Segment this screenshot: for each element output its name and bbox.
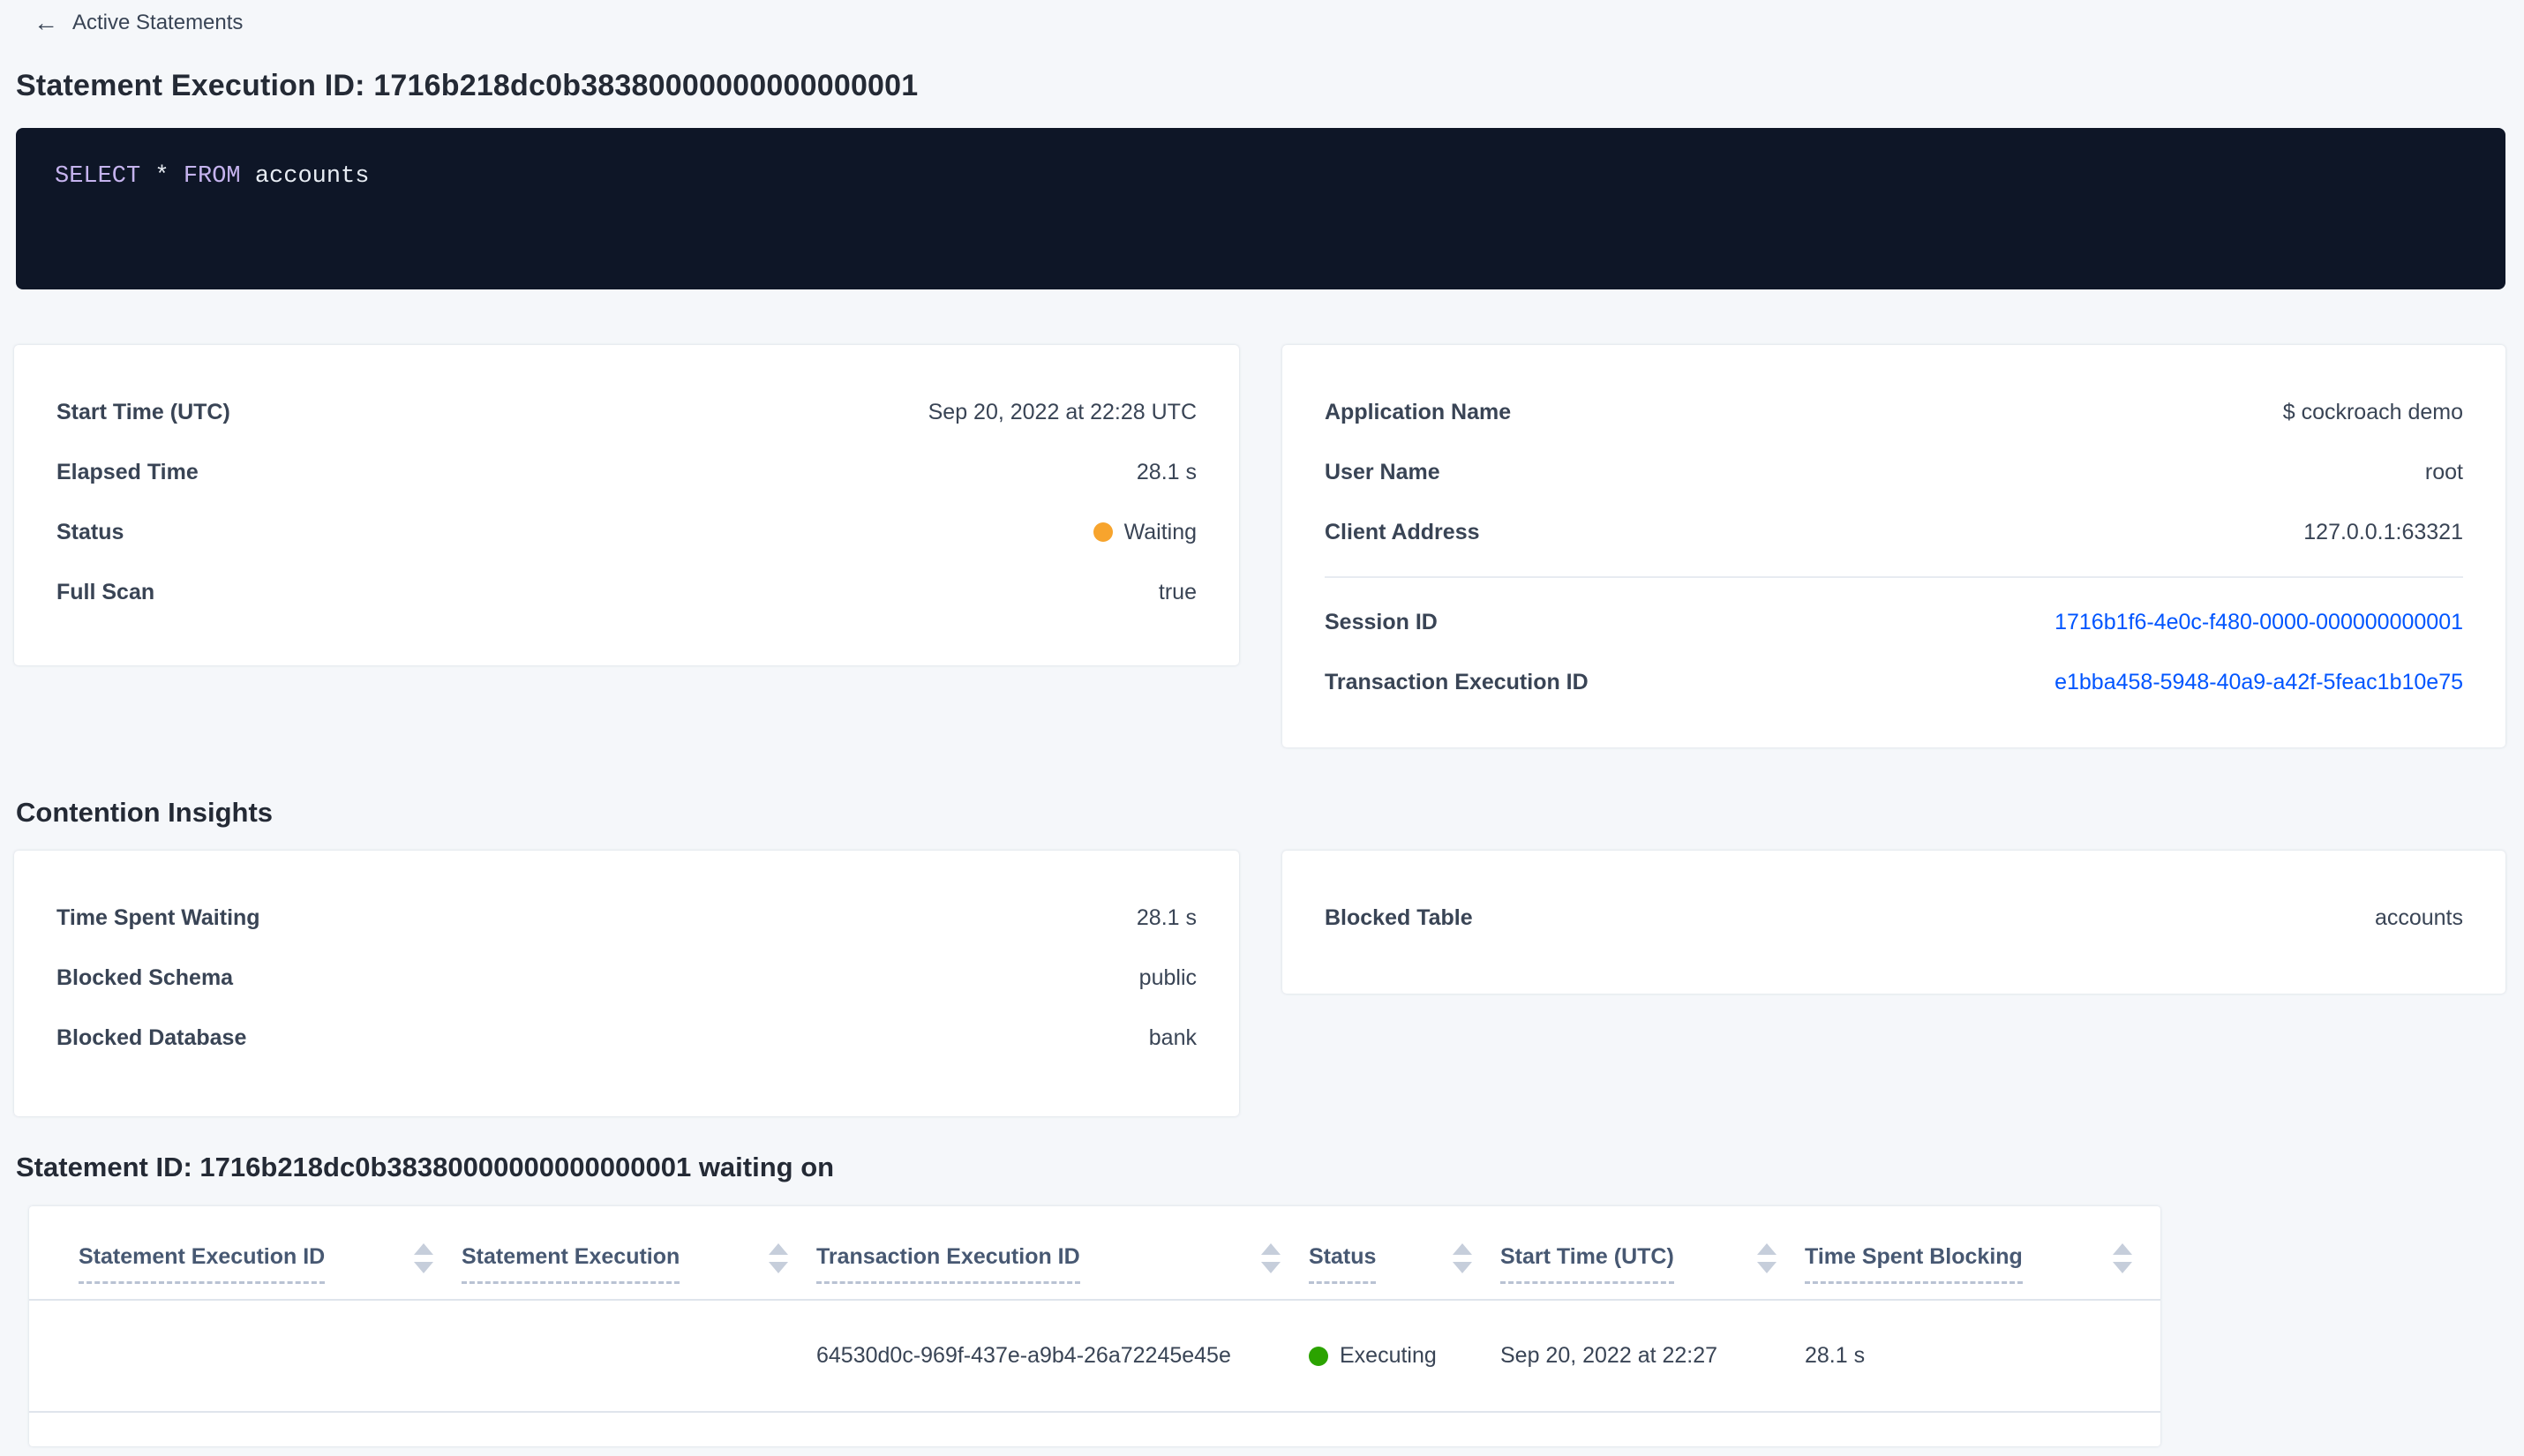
summary-cards-row: Start Time (UTC) Sep 20, 2022 at 22:28 U… [14,345,2505,747]
session-row-transaction-execution-id: Transaction Execution ID e1bba458-5948-4… [1325,652,2463,712]
transaction-execution-id-link[interactable]: e1bba458-5948-40a9-a42f-5feac1b10e75 [2055,670,2463,695]
session-row-session-id: Session ID 1716b1f6-4e0c-f480-0000-00000… [1325,592,2463,652]
cell-statement-execution [462,1300,816,1413]
elapsed-time-label: Elapsed Time [56,459,199,484]
session-id-label: Session ID [1325,609,1438,634]
table-header-row: Statement Execution ID Statement Executi… [29,1206,2160,1301]
blocked-table-value: accounts [2374,904,2463,930]
sql-table-name: accounts [254,163,370,190]
cell-start-time: Sep 20, 2022 at 22:27 [1500,1300,1805,1413]
sort-icon[interactable] [769,1243,788,1273]
application-name-value: $ cockroach demo [2282,399,2463,424]
session-row-user-name: User Name root [1325,442,2463,502]
sort-icon[interactable] [1261,1243,1281,1273]
full-scan-value: true [1158,579,1197,604]
sql-star: * [154,163,169,190]
cell-time-spent-blocking: 28.1 s [1805,1300,2160,1413]
client-address-label: Client Address [1325,519,1480,544]
sort-icon[interactable] [1453,1243,1472,1273]
time-spent-waiting-label: Time Spent Waiting [56,904,260,930]
waiting-on-table: Statement Execution ID Statement Executi… [29,1206,2160,1413]
status-column-label[interactable]: Status [1309,1244,1377,1284]
overview-row-status: Status Waiting [56,502,1197,562]
blocked-schema-label: Blocked Schema [56,964,234,990]
column-header-transaction-execution-id[interactable]: Transaction Execution ID [816,1206,1309,1301]
contention-row-blocked-database: Blocked Database bank [56,1008,1197,1068]
column-header-time-spent-blocking[interactable]: Time Spent Blocking [1805,1206,2160,1301]
sort-icon[interactable] [2113,1243,2132,1273]
elapsed-time-value: 28.1 s [1136,459,1197,484]
status-badge: Waiting [1093,520,1197,545]
overview-row-full-scan: Full Scan true [56,562,1197,622]
blocked-database-value: bank [1148,1024,1197,1050]
session-row-client-address: Client Address 127.0.0.1:63321 [1325,502,2463,562]
back-arrow-icon: ← [34,9,58,36]
user-name-label: User Name [1325,459,1440,484]
blocked-database-label: Blocked Database [56,1024,247,1050]
page-title: Statement Execution ID: 1716b218dc0b3838… [16,69,919,102]
status-waiting-text: Waiting [1123,519,1197,544]
contention-insights-heading: Contention Insights [16,797,274,828]
time-spent-waiting-value: 28.1 s [1136,904,1197,930]
time-spent-blocking-column-label[interactable]: Time Spent Blocking [1805,1244,2023,1284]
sort-icon[interactable] [414,1243,433,1273]
overview-row-elapsed-time: Elapsed Time 28.1 s [56,442,1197,502]
column-header-start-time[interactable]: Start Time (UTC) [1500,1206,1805,1301]
table-row: 64530d0c-969f-437e-a9b4-26a72245e45e Exe… [29,1300,2160,1413]
waiting-on-table-card: Statement Execution ID Statement Executi… [29,1206,2160,1446]
sort-icon[interactable] [1757,1243,1777,1273]
statement-execution-id-column-label[interactable]: Statement Execution ID [79,1244,326,1284]
column-header-status[interactable]: Status [1309,1206,1500,1301]
user-name-value: root [2424,459,2463,484]
cell-transaction-execution-id: 64530d0c-969f-437e-a9b4-26a72245e45e [816,1300,1309,1413]
session-card: Application Name $ cockroach demo User N… [1282,345,2505,747]
column-header-statement-execution[interactable]: Statement Execution [462,1206,816,1301]
status-executing-text: Executing [1340,1343,1437,1368]
status-waiting-dot-icon [1093,522,1113,542]
sql-keyword-select: SELECT [55,163,141,190]
overview-card: Start Time (UTC) Sep 20, 2022 at 22:28 U… [14,345,1239,665]
waiting-on-heading: Statement ID: 1716b218dc0b38380000000000… [16,1152,835,1182]
statement-execution-column-label[interactable]: Statement Execution [462,1244,680,1284]
contention-row-blocked-table: Blocked Table accounts [1325,888,2463,948]
contention-row-blocked-schema: Blocked Schema public [56,948,1197,1008]
full-scan-label: Full Scan [56,579,155,604]
transaction-execution-id-label: Transaction Execution ID [1325,669,1589,694]
contention-cards-row: Time Spent Waiting 28.1 s Blocked Schema… [14,851,2505,1116]
back-link-label: Active Statements [72,11,244,34]
contention-left-card: Time Spent Waiting 28.1 s Blocked Schema… [14,851,1239,1116]
session-row-application-name: Application Name $ cockroach demo [1325,382,2463,442]
blocked-table-card: Blocked Table accounts [1282,851,2505,994]
client-address-value: 127.0.0.1:63321 [2303,519,2463,544]
back-link[interactable]: ← Active Statements [0,0,243,35]
start-time-column-label[interactable]: Start Time (UTC) [1500,1244,1674,1284]
blocked-table-label: Blocked Table [1325,904,1473,930]
sql-keyword-from: FROM [183,163,241,190]
blocked-schema-value: public [1138,964,1197,990]
start-time-value: Sep 20, 2022 at 22:28 UTC [928,399,1197,424]
session-id-link[interactable]: 1716b1f6-4e0c-f480-0000-000000000001 [2055,610,2463,635]
column-header-statement-execution-id[interactable]: Statement Execution ID [29,1206,462,1301]
status-executing-dot-icon [1309,1346,1328,1366]
sql-statement-text: SELECT * FROM accounts [55,163,2467,190]
transaction-execution-id-column-label[interactable]: Transaction Execution ID [816,1244,1080,1284]
start-time-label: Start Time (UTC) [56,399,230,424]
status-label: Status [56,519,124,544]
cell-statement-execution-id [29,1300,462,1413]
session-card-divider [1325,576,2463,578]
overview-row-start-time: Start Time (UTC) Sep 20, 2022 at 22:28 U… [56,382,1197,442]
application-name-label: Application Name [1325,399,1512,424]
cell-status: Executing [1309,1300,1500,1413]
contention-row-time-spent-waiting: Time Spent Waiting 28.1 s [56,888,1197,948]
sql-statement-box: SELECT * FROM accounts [16,128,2505,289]
